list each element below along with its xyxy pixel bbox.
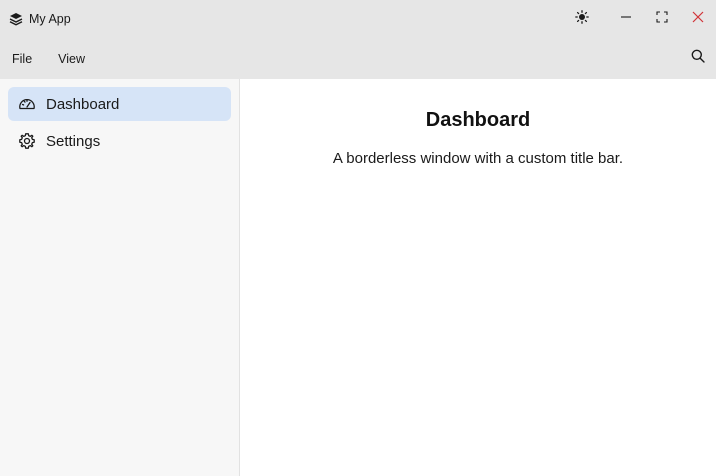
menu-view[interactable]: View: [58, 52, 85, 66]
main-body: Dashboard Settings Dashboard A borderles…: [0, 79, 716, 476]
content-area: Dashboard A borderless window with a cus…: [240, 79, 716, 476]
search-icon: [691, 49, 705, 68]
minimize-icon: [620, 10, 632, 28]
app-window: My App File View Dashboard Settings Dash…: [0, 0, 716, 476]
stack-layers-icon: [9, 12, 23, 26]
page-title: Dashboard: [425, 109, 531, 131]
gauge-icon: [18, 95, 36, 113]
minimize-button[interactable]: [608, 0, 644, 38]
theme-toggle-button[interactable]: [564, 0, 600, 38]
window-title: My App: [29, 12, 71, 26]
maximize-icon: [656, 10, 668, 28]
menu-bar: File View: [0, 38, 716, 79]
close-icon: [692, 10, 704, 28]
sidebar-item-settings[interactable]: Settings: [8, 124, 231, 158]
page-subtitle: A borderless window with a custom title …: [332, 150, 624, 167]
sidebar-item-dashboard[interactable]: Dashboard: [8, 87, 231, 121]
menu-file[interactable]: File: [12, 52, 32, 66]
gear-icon: [18, 132, 36, 150]
sidebar: Dashboard Settings: [0, 79, 240, 476]
title-bar[interactable]: My App: [0, 0, 716, 38]
maximize-button[interactable]: [644, 0, 680, 38]
search-button[interactable]: [688, 48, 708, 68]
sun-icon: [575, 9, 589, 29]
sidebar-item-label: Settings: [46, 132, 101, 150]
window-controls: [564, 0, 716, 38]
close-button[interactable]: [680, 0, 716, 38]
sidebar-item-label: Dashboard: [46, 95, 120, 113]
